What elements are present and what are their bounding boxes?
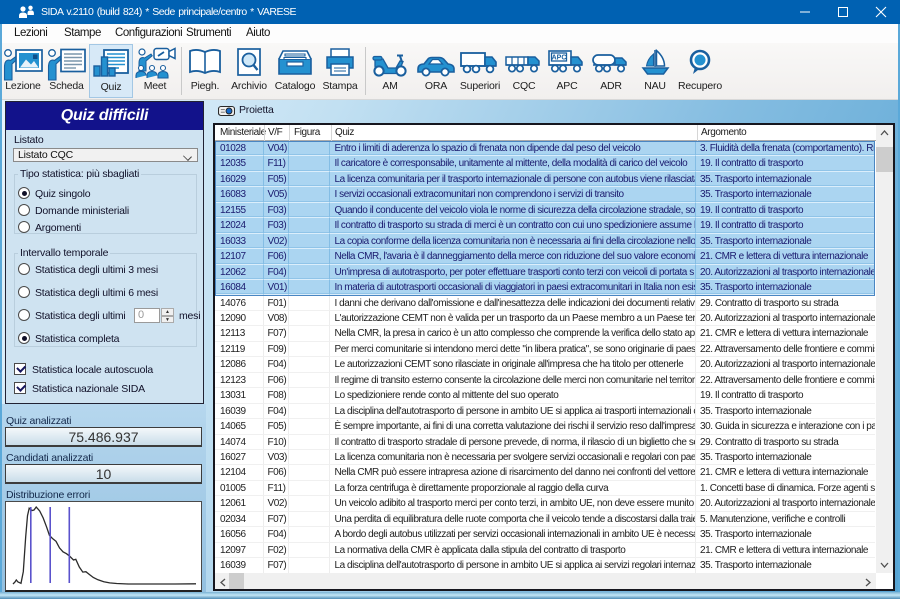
svg-text:APC: APC [552,55,567,62]
